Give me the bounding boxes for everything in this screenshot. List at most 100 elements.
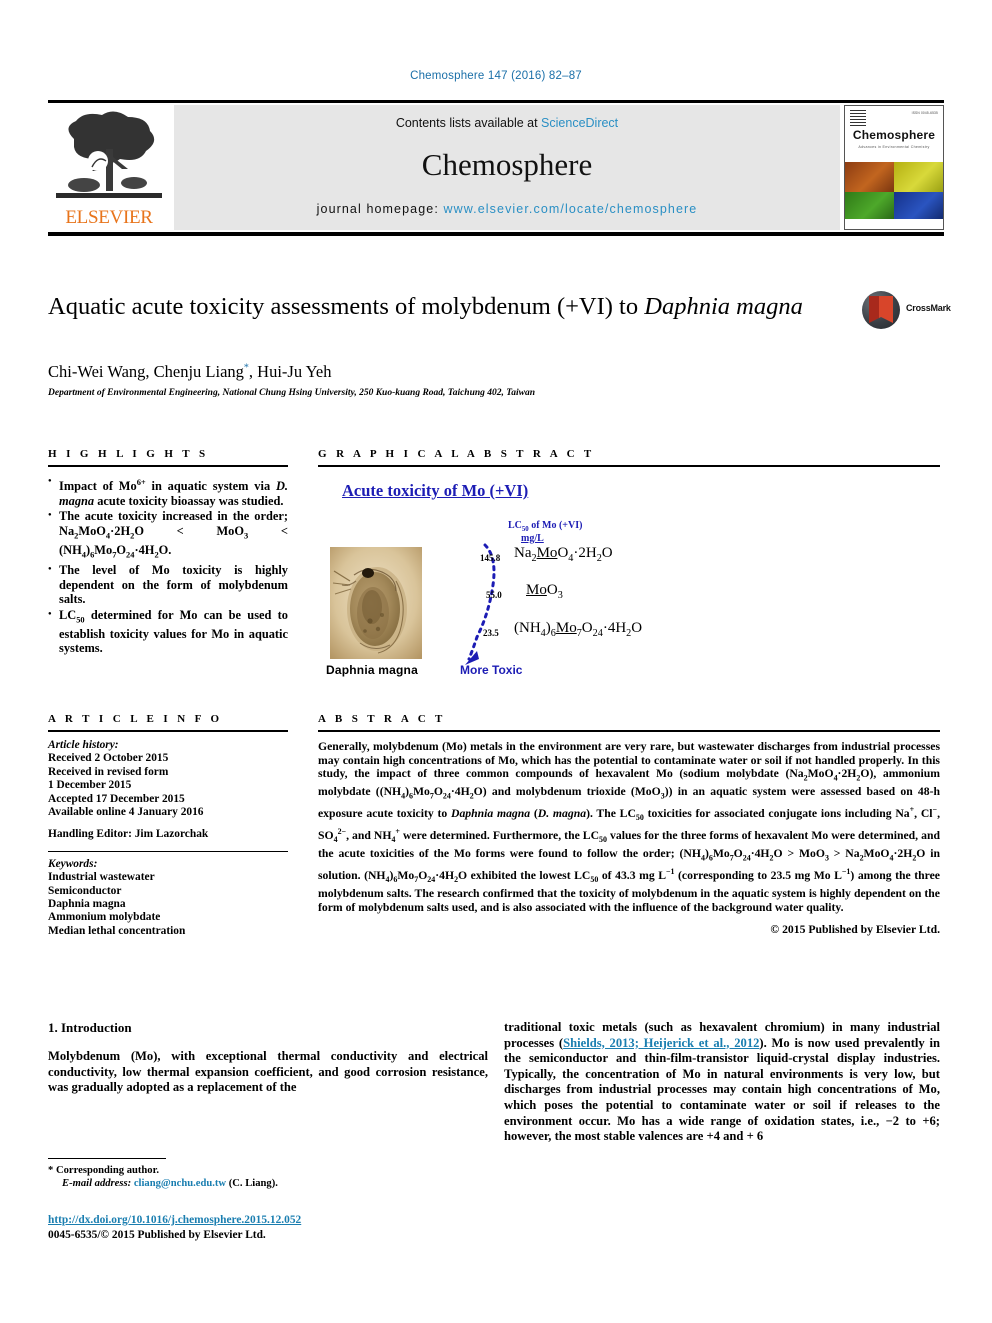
highlights-list: Impact of Mo6+ in aquatic system via D. … (48, 474, 288, 656)
cover-issue-text: ISSN 0045-6535 (911, 111, 938, 115)
article-info-heading: A R T I C L E I N F O (48, 713, 223, 725)
title-species: Daphnia magna (644, 293, 803, 320)
authors-names: Chi-Wei Wang, Chenju Liang (48, 362, 244, 381)
lc50-value-0: 145.8 (480, 553, 501, 563)
abstract-text: Generally, molybdenum (Mo) metals in the… (318, 740, 940, 914)
crossmark-logo-icon (862, 291, 900, 329)
graphical-abstract-figure: Acute toxicity of Mo (+VI) Daphnia magna… (318, 473, 940, 678)
graphical-abstract-section: G R A P H I C A L A B S T R A C T Acute … (318, 448, 940, 678)
figure-title: Acute toxicity of Mo (+VI) (342, 481, 529, 500)
sciencedirect-link[interactable]: ScienceDirect (541, 116, 618, 130)
cover-footer (845, 219, 943, 229)
journal-title: Chemosphere (421, 147, 593, 182)
highlights-section: H I G H L I G H T S Impact of Mo6+ in aq… (48, 448, 288, 657)
introduction-heading: 1. Introduction (48, 1020, 132, 1035)
introduction-paragraph-right: traditional toxic metals (such as hexava… (504, 1020, 940, 1145)
article-history: Article history: Received 2 October 2015… (48, 739, 288, 842)
crossmark-bookmark-shape (869, 296, 893, 323)
lc50-formula-1: MoO3 (526, 582, 563, 601)
masthead-center: Contents lists available at ScienceDirec… (174, 105, 840, 230)
article-info-section: A R T I C L E I N F O Article history: R… (48, 713, 288, 938)
keyword-item: Ammonium molybdate (48, 911, 161, 924)
intro-text-post: ). Mo is now used prevalently in the sem… (504, 1035, 941, 1144)
cover-barcode-icon (850, 110, 866, 126)
keywords-block: Keywords: Industrial wastewater Semicond… (48, 858, 288, 938)
contents-line: Contents lists available at ScienceDirec… (174, 116, 840, 130)
elsevier-wordmark: ELSEVIER (65, 207, 153, 228)
more-toxic-label: More Toxic (460, 663, 523, 677)
introduction-column-left: 1. Introduction Molybdenum (Mo), with ex… (48, 1020, 488, 1096)
journal-cover-thumbnail[interactable]: ISSN 0045-6535 Chemosphere Advances in E… (844, 105, 944, 230)
lc50-value-2: 23.5 (483, 628, 499, 638)
authors-tail: , Hui-Ju Yeh (248, 362, 332, 381)
email-suffix: (C. Liang). (228, 1178, 278, 1189)
figure-photo-caption: Daphnia magna (326, 663, 418, 677)
affiliation: Department of Environmental Engineering,… (48, 388, 535, 398)
introduction-paragraph-left: Molybdenum (Mo), with exceptional therma… (48, 1049, 488, 1095)
introduction-column-right: traditional toxic metals (such as hexava… (504, 1020, 940, 1145)
masthead-bottom-rule (48, 232, 944, 236)
elsevier-logo: ELSEVIER (48, 105, 170, 230)
author-email-link[interactable]: cliang@nchu.edu.tw (134, 1178, 226, 1189)
history-item: Received 2 October 2015 (48, 752, 169, 765)
keywords-label: Keywords: (48, 857, 98, 870)
journal-masthead: ELSEVIER Contents lists available at Sci… (48, 100, 944, 236)
history-item: 1 December 2015 (48, 779, 132, 792)
elsevier-tree-icon (54, 109, 164, 201)
lc50-formula-2: (NH4)6Mo7O24·4H2O (514, 620, 643, 639)
cover-top: ISSN 0045-6535 Chemosphere Advances in E… (845, 106, 943, 162)
keyword-item: Daphnia magna (48, 898, 126, 911)
abstract-section: A B S T R A C T Generally, molybdenum (M… (318, 713, 940, 936)
cover-cell-1 (894, 162, 943, 192)
running-head: Chemosphere 147 (2016) 82–87 (410, 70, 582, 82)
list-item: LC50 determined for Mo can be used to es… (48, 607, 288, 656)
page-title: Aquatic acute toxicity assessments of mo… (48, 292, 808, 321)
citation-link[interactable]: Shields, 2013; Heijerick et al., 2012 (563, 1036, 759, 1050)
keywords-divider (48, 850, 288, 852)
cover-subtitle: Advances in Environmental Chemistry (858, 145, 930, 149)
keyword-item: Median lethal concentration (48, 924, 186, 937)
corresponding-marker: * (48, 1165, 54, 1176)
list-item: Impact of Mo6+ in aquatic system via D. … (48, 474, 288, 508)
figure-axis-label: LC50 of Mo (+VI) (508, 520, 583, 533)
journal-homepage-line: journal homepage: www.elsevier.com/locat… (174, 202, 840, 216)
highlights-heading: H I G H L I G H T S (48, 448, 209, 460)
journal-homepage-link[interactable]: www.elsevier.com/locate/chemosphere (443, 202, 697, 216)
abstract-rule (318, 730, 940, 732)
article-history-label: Article history: (48, 739, 119, 751)
handling-editor: Handling Editor: Jim Lazorchak (48, 828, 209, 841)
crossmark-badge[interactable]: CrossMark (862, 291, 951, 331)
doi-link[interactable]: http://dx.doi.org/10.1016/j.chemosphere.… (48, 1214, 301, 1226)
list-item: The level of Mo toxicity is highly depen… (48, 562, 288, 607)
daphnia-magna-photo (330, 547, 422, 659)
lc50-value-1: 55.0 (486, 590, 502, 600)
author-list: Chi-Wei Wang, Chenju Liang*, Hui-Ju Yeh (48, 362, 848, 382)
issn-copyright: 0045-6535/© 2015 Published by Elsevier L… (48, 1228, 266, 1241)
keyword-item: Semiconductor (48, 884, 122, 897)
corresponding-text: Corresponding author. (55, 1165, 159, 1176)
history-item: Accepted 17 December 2015 (48, 792, 185, 805)
highlights-rule (48, 465, 288, 467)
list-item: The acute toxicity increased in the orde… (48, 508, 288, 562)
article-info-rule (48, 730, 288, 732)
history-item: Available online 4 January 2016 (48, 806, 204, 819)
lc50-formula-0: Na2MoO4·2H2O (514, 545, 613, 564)
cover-cell-0 (845, 162, 894, 192)
crossmark-label: CrossMark (906, 303, 951, 313)
masthead-top-rule (48, 100, 944, 103)
graphical-abstract-rule (318, 465, 940, 467)
cover-image-grid (845, 162, 943, 222)
corresponding-author-note: * Corresponding author. E-mail address: … (48, 1164, 488, 1190)
homepage-prefix: journal homepage: (316, 202, 444, 216)
footnote-rule (48, 1158, 166, 1159)
keyword-item: Industrial wastewater (48, 871, 155, 884)
doi-block: http://dx.doi.org/10.1016/j.chemosphere.… (48, 1213, 508, 1242)
cover-cell-3 (894, 192, 943, 222)
title-main: Aquatic acute toxicity assessments of mo… (48, 293, 645, 320)
abstract-copyright: © 2015 Published by Elsevier Ltd. (770, 922, 940, 936)
article-page: Chemosphere 147 (2016) 82–87 ELSEVIER Co… (0, 0, 992, 1323)
contents-prefix: Contents lists available at (395, 116, 542, 130)
graphical-abstract-heading: G R A P H I C A L A B S T R A C T (318, 448, 595, 460)
cover-title: Chemosphere (852, 128, 936, 142)
email-label: E-mail address: (62, 1178, 132, 1189)
